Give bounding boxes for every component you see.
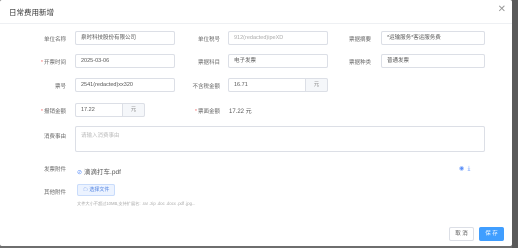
eye-icon[interactable]: ◉ — [459, 166, 464, 172]
invoice-date-input[interactable]: 2025-03-06 — [75, 54, 175, 68]
select-file-button[interactable]: ☁ 选择文件 — [77, 184, 116, 196]
summary-input[interactable]: *运输服务*客运服务费 — [381, 31, 485, 45]
invoice-no-input[interactable]: 2541(redacted)xx320 — [75, 78, 175, 92]
unit-name-input[interactable]: 泉时科技股份有限公司 — [75, 31, 175, 45]
unit-name-label: 单位名称 — [43, 37, 66, 43]
overlay-scrollbar — [512, 0, 518, 248]
invoice-file-name: 滴滴打车.pdf — [84, 169, 121, 176]
pretax-label: 不含税金额 — [192, 84, 220, 90]
upload-icon: ☁ — [83, 187, 89, 193]
expense-dialog: 日常费用新增 ✕ 单位名称 泉时科技股份有限公司 单位税号 912(redact… — [0, 0, 512, 246]
dialog-header: 日常费用新增 ✕ — [0, 0, 512, 24]
close-icon[interactable]: ✕ — [498, 4, 506, 16]
invoice-no-label: 票号 — [54, 84, 66, 90]
dialog-title: 日常费用新增 — [9, 8, 54, 17]
invoice-amount-label: *票面金额 — [194, 109, 220, 115]
summary-label: 票据摘要 — [348, 37, 371, 43]
reason-textarea[interactable]: 请输入消费事由 — [75, 126, 485, 152]
other-files-label: 其他附件 — [43, 190, 66, 196]
pretax-input[interactable]: 16.71 — [228, 78, 306, 92]
pretax-unit: 元 — [306, 78, 328, 92]
tax-no-input[interactable]: 912(redacted)ipeXD — [228, 31, 328, 45]
reimb-label: *报销金额 — [40, 109, 66, 115]
invoice-file-item[interactable]: ⊘ 滴滴打车.pdf — [77, 166, 121, 176]
category-label: 票据科目 — [197, 60, 220, 66]
reason-label: 消费事由 — [43, 134, 66, 140]
cancel-button[interactable]: 取 消 — [449, 227, 474, 241]
reimb-unit: 元 — [123, 103, 145, 117]
paperclip-icon: ⊘ — [77, 170, 83, 176]
invoice-file-actions: ◉ ⤓ — [459, 165, 470, 173]
upload-hint: 文件大小不超过10MB,支持扩展名: .rar .zip .doc .docx … — [77, 201, 196, 206]
invoice-amount-value: 17.22 元 — [229, 109, 252, 115]
invoice-file-label: 发票附件 — [43, 167, 66, 173]
tax-no-label: 单位税号 — [197, 37, 220, 43]
type-label: 票据种类 — [348, 60, 371, 66]
type-input[interactable]: 普通发票 — [381, 54, 485, 68]
invoice-date-label: *开票时间 — [40, 60, 66, 66]
save-button[interactable]: 保 存 — [479, 227, 504, 241]
reimb-input[interactable]: 17.22 — [75, 103, 123, 117]
download-icon[interactable]: ⤓ — [468, 166, 471, 172]
category-input[interactable]: 电子发票 — [228, 54, 328, 68]
